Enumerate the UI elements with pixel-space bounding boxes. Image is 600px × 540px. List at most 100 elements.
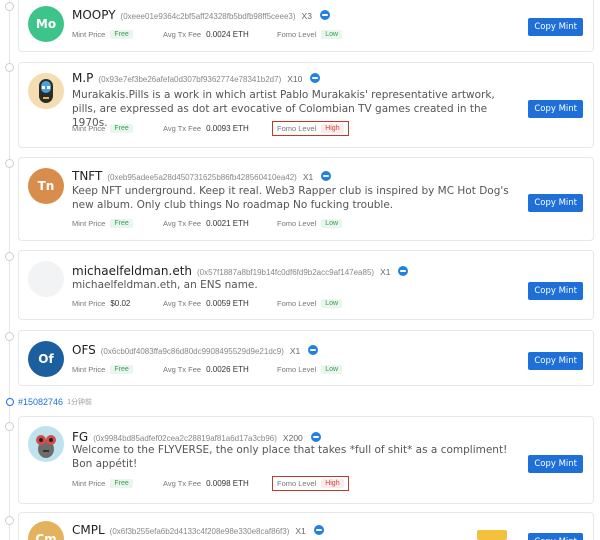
timeline-dot	[5, 63, 14, 72]
mint-price-value: Free	[110, 124, 133, 133]
mint-card-ofs: Of OFS (0x6cb0df4083ffa9c86d80dc99084955…	[18, 330, 594, 386]
timeline-dot	[5, 516, 14, 525]
pill-character-icon	[39, 79, 53, 103]
fly-character-avatar	[28, 426, 64, 462]
timeline-line	[9, 0, 10, 540]
opensea-icon[interactable]	[310, 432, 321, 442]
fomo-level-badge: High	[321, 124, 344, 133]
collection-name[interactable]: OFS	[72, 343, 96, 357]
collection-description: michaelfeldman.eth, an ENS name.	[72, 279, 258, 291]
mint-count: X200	[282, 433, 303, 443]
avg-tx-fee-value: 0.0026 ETH	[206, 365, 249, 374]
fomo-level-highlight: Fomo Level High	[272, 121, 349, 136]
contract-address[interactable]: (0xeee01e9364c2bf5aff24328fb5bdfb98ff5ce…	[121, 12, 296, 21]
title-row: OFS (0x6cb0df4083ffa9c86d80dc9908495529d…	[72, 343, 319, 357]
contract-address[interactable]: (0x57f1887a8bf19b14fc0df6fd9b2acc9af147e…	[197, 268, 374, 277]
copy-mint-button[interactable]: Copy Mint	[528, 18, 583, 36]
mint-count: X1	[302, 172, 314, 182]
mint-card-cmpl: Cm CMPL (0x6f3b255efa6b2d4133c4f208e98e3…	[18, 512, 594, 540]
mint-card-mp: M.P (0x93e7ef3be26afefa0d307bf9362774e78…	[18, 62, 594, 148]
block-header: #15082746 1分钟前	[6, 397, 92, 407]
opensea-icon[interactable]	[308, 345, 319, 355]
collection-name[interactable]: TNFT	[72, 169, 102, 183]
mint-price-value: Free	[110, 365, 133, 374]
title-row: MOOPY (0xeee01e9364c2bf5aff24328fb5bdfb9…	[72, 8, 330, 22]
collection-description: Keep NFT underground. Keep it real. Web3…	[72, 185, 509, 211]
copy-mint-button[interactable]: Copy Mint	[528, 533, 583, 540]
mint-price-value: Free	[110, 219, 133, 228]
collection-name[interactable]: FG	[72, 430, 88, 444]
collection-avatar: Cm	[28, 521, 64, 540]
timeline-dot	[5, 422, 14, 431]
fomo-level-badge: Low	[321, 30, 343, 39]
pixel-art-avatar	[28, 73, 64, 109]
mint-price-value: Free	[110, 30, 133, 39]
opensea-icon[interactable]	[310, 73, 321, 83]
contract-address[interactable]: (0x93e7ef3be26afefa0d307bf9362774e78341b…	[98, 75, 281, 84]
mint-count: X1	[295, 526, 306, 536]
mint-card-michaelfeldman: michaelfeldman.eth (0x57f1887a8bf19b14fc…	[18, 250, 594, 320]
timeline-dot	[5, 159, 14, 168]
avg-tx-fee-value: 0.0093 ETH	[206, 124, 249, 133]
mint-card-tnft: Tn TNFT (0xeb95adee5a28d450731625b86fb42…	[18, 157, 594, 241]
collection-avatar: Mo	[28, 6, 64, 42]
copy-mint-button[interactable]: Copy Mint	[528, 194, 583, 212]
stats-row: Mint Price $0.02 Avg Tx Fee 0.0059 ETH Fom…	[72, 299, 343, 308]
title-row: michaelfeldman.eth (0x57f1887a8bf19b14fc…	[72, 264, 409, 278]
fly-character-icon	[36, 435, 56, 458]
copy-mint-button[interactable]: Copy Mint	[528, 282, 583, 300]
block-time: 1分钟前	[67, 399, 92, 406]
mint-card-moopy: Mo MOOPY (0xeee01e9364c2bf5aff24328fb5bd…	[18, 0, 594, 52]
collection-name[interactable]: M.P	[72, 71, 93, 85]
fomo-level-badge: High	[321, 479, 344, 488]
timeline-dot	[5, 2, 14, 11]
mint-count: X3	[301, 11, 312, 21]
stats-row: Mint Price Free Avg Tx Fee 0.0093 ETH Fomo…	[72, 121, 349, 136]
partial-badge	[477, 530, 507, 540]
stats-row: Mint Price Free Avg Tx Fee 0.0026 ETH Fomo…	[72, 365, 343, 374]
collection-name[interactable]: MOOPY	[72, 8, 116, 22]
contract-address[interactable]: (0x6f3b255efa6b2d4133c4f208e98e330e8caf8…	[110, 527, 290, 536]
fomo-level-highlight: Fomo Level High	[272, 476, 349, 491]
collection-name[interactable]: CMPL	[72, 523, 105, 537]
collection-avatar: Tn	[28, 168, 64, 204]
stats-row: Mint Price Free Avg Tx Fee 0.0098 ETH Fomo…	[72, 476, 349, 491]
collection-avatar	[28, 261, 64, 297]
title-row: CMPL (0x6f3b255efa6b2d4133c4f208e98e330e…	[72, 523, 324, 537]
mint-price-value: Free	[110, 479, 133, 488]
title-row: FG (0x9984bd85adfef02cea2c28819af81a6d17…	[72, 430, 321, 444]
fomo-level-badge: Low	[321, 219, 343, 228]
copy-mint-button[interactable]: Copy Mint	[528, 352, 583, 370]
opensea-icon[interactable]	[319, 10, 330, 20]
title-row: M.P (0x93e7ef3be26afefa0d307bf9362774e78…	[72, 71, 321, 85]
stats-row: Mint Price Free Avg Tx Fee 0.0021 ETH Fomo…	[72, 219, 343, 228]
avg-tx-fee-value: 0.0024 ETH	[206, 30, 249, 39]
opensea-icon[interactable]	[313, 525, 324, 535]
title-row: TNFT (0xeb95adee5a28d450731625b86fb42856…	[72, 169, 332, 183]
copy-mint-button[interactable]: Copy Mint	[528, 100, 583, 118]
opensea-icon[interactable]	[398, 266, 409, 276]
mint-card-fg: FG (0x9984bd85adfef02cea2c28819af81a6d17…	[18, 416, 594, 504]
contract-address[interactable]: (0xeb95adee5a28d450731625b86fb428560410e…	[107, 173, 297, 182]
mint-count: X10	[287, 74, 303, 84]
block-number[interactable]: #15082746	[18, 397, 63, 407]
contract-address[interactable]: (0x9984bd85adfef02cea2c28819af81a6d17a3c…	[93, 434, 277, 443]
avg-tx-fee-value: 0.0021 ETH	[206, 219, 249, 228]
collection-avatar: Of	[28, 341, 64, 377]
collection-name[interactable]: michaelfeldman.eth	[72, 264, 192, 278]
mint-count: X1	[289, 346, 301, 356]
stats-row: Mint Price Free Avg Tx Fee 0.0024 ETH Fomo…	[72, 30, 343, 39]
block-dot	[6, 398, 14, 406]
contract-address[interactable]: (0x6cb0df4083ffa9c86d80dc9908495529d9e21…	[101, 347, 284, 356]
timeline-dot	[5, 332, 14, 341]
collection-description: Welcome to the FLYVERSE, the only place …	[72, 444, 508, 470]
fomo-level-badge: Low	[321, 299, 343, 308]
avg-tx-fee-value: 0.0059 ETH	[206, 299, 249, 308]
avg-tx-fee-value: 0.0098 ETH	[206, 479, 249, 488]
mint-count: X1	[380, 267, 391, 277]
timeline-dot	[5, 252, 14, 261]
opensea-icon[interactable]	[321, 171, 332, 181]
mint-price-value: $0.02	[110, 299, 131, 308]
copy-mint-button[interactable]: Copy Mint	[528, 455, 583, 473]
fomo-level-badge: Low	[321, 365, 343, 374]
